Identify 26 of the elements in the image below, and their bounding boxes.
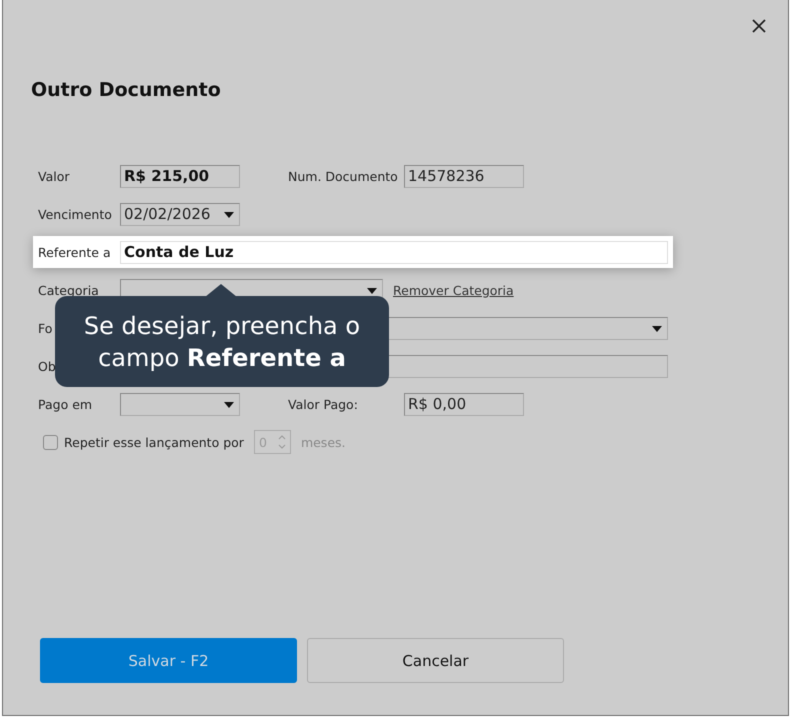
field-label: Referente a <box>38 244 111 260</box>
field-label: Vencimento <box>38 206 112 222</box>
months-label: meses. <box>300 434 346 450</box>
caret-icon <box>367 288 377 294</box>
field-label: Valor <box>38 168 70 184</box>
checkbox-label: Repetir esse lançamento por <box>64 434 244 450</box>
document-number-field[interactable]: 14578236 <box>404 164 524 188</box>
field-label: Valor Pago: <box>288 396 358 412</box>
field-label: Pago em <box>38 396 92 412</box>
value-field[interactable]: R$ 215,00 <box>120 164 240 188</box>
caret-icon <box>652 326 662 332</box>
reference-field[interactable]: Conta de Luz <box>120 240 668 264</box>
repeat-checkbox[interactable] <box>43 434 58 450</box>
dialog-title: Outro Documento <box>31 79 222 101</box>
field-label: Ob <box>38 358 56 374</box>
dialog-button[interactable]: Cancelar <box>307 638 564 683</box>
date-dropdown[interactable]: 02/02/2026 <box>120 202 240 226</box>
remove-category-link[interactable]: Remover Categoria <box>393 282 514 298</box>
caret-icon <box>224 402 234 408</box>
field-label: Categoria <box>38 282 99 298</box>
close-icon[interactable] <box>751 18 767 34</box>
field-label: Fo <box>38 320 52 336</box>
paid-value-field[interactable]: R$ 0,00 <box>404 392 524 416</box>
caret-icon <box>224 212 234 218</box>
tooltip: Se desejar, preencha o campo Referente a <box>55 296 389 387</box>
field-label: Num. Documento <box>288 168 398 184</box>
